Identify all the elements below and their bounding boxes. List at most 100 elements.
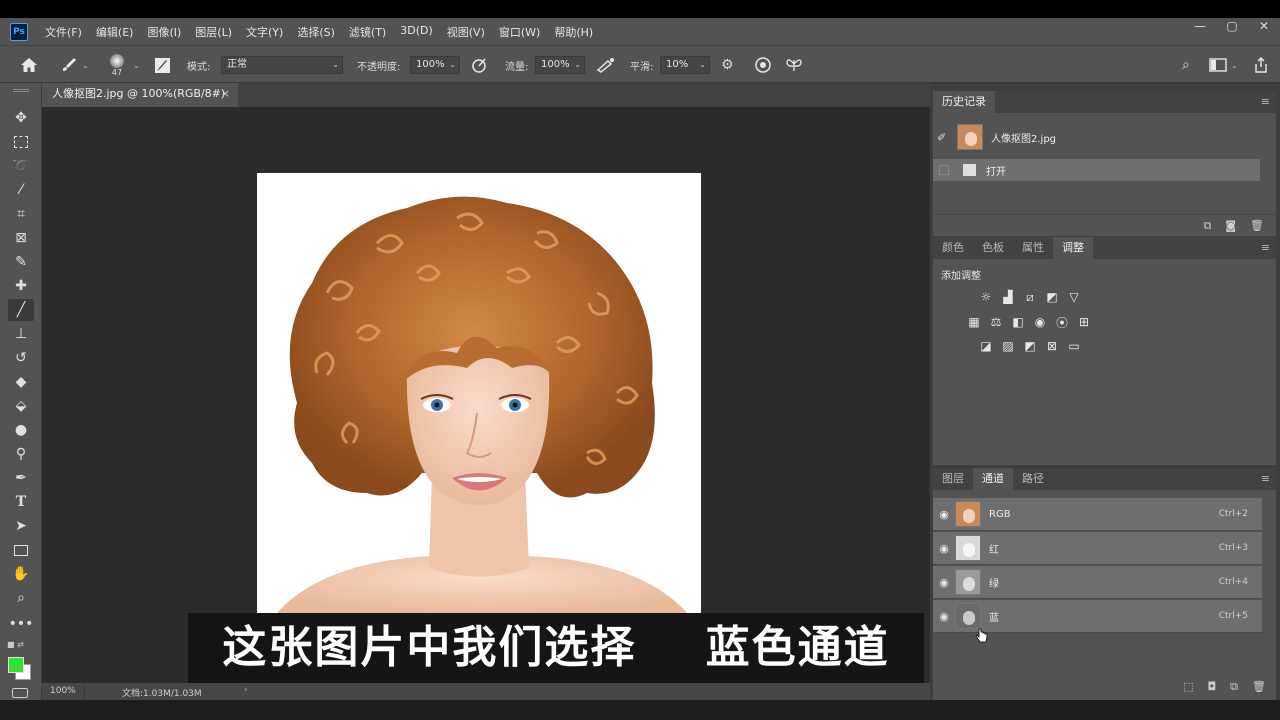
foreground-color-swatch[interactable] bbox=[8, 657, 24, 673]
eye-icon[interactable]: ◉ bbox=[933, 508, 955, 521]
color-lookup-icon[interactable]: ⊞ bbox=[1075, 314, 1093, 330]
close-window-button[interactable]: ✕ bbox=[1248, 18, 1280, 45]
tab-history[interactable]: 历史记录 bbox=[933, 91, 995, 113]
tab-properties[interactable]: 属性 bbox=[1013, 237, 1053, 259]
tool-preset-picker[interactable]: ⌄ bbox=[60, 46, 89, 84]
menu-help[interactable]: 帮助(H) bbox=[547, 24, 600, 40]
zoom-level[interactable]: 100% bbox=[50, 686, 76, 696]
default-colors-swap[interactable]: ■ ⇄ bbox=[7, 640, 35, 650]
trash-icon[interactable]: 🗑 bbox=[1252, 680, 1266, 694]
menu-window[interactable]: 窗口(W) bbox=[492, 24, 547, 40]
eye-icon[interactable]: ◉ bbox=[933, 610, 955, 623]
history-brush-checkbox[interactable] bbox=[939, 165, 949, 175]
brush-settings-toggle[interactable] bbox=[154, 46, 171, 84]
chevron-right-icon[interactable]: › bbox=[244, 685, 248, 695]
black-white-icon[interactable]: ◧ bbox=[1009, 314, 1027, 330]
curves-icon[interactable]: ⧄ bbox=[1021, 289, 1039, 305]
new-channel-icon[interactable]: ⧉ bbox=[1230, 680, 1238, 694]
minimize-button[interactable]: — bbox=[1184, 18, 1216, 45]
panel-menu-icon[interactable]: ≡ bbox=[1261, 241, 1270, 254]
color-balance-icon[interactable]: ⚖ bbox=[987, 314, 1005, 330]
channel-row-green[interactable]: ◉ 绿 Ctrl+4 bbox=[933, 566, 1262, 599]
eye-icon[interactable]: ◉ bbox=[933, 576, 955, 589]
hand-tool[interactable]: ✋ bbox=[8, 563, 34, 585]
opacity-pressure-toggle[interactable] bbox=[470, 46, 488, 84]
brightness-contrast-icon[interactable]: ☼ bbox=[977, 289, 995, 305]
brush-tool[interactable]: ╱ bbox=[8, 299, 34, 321]
menu-filter[interactable]: 滤镜(T) bbox=[342, 24, 393, 40]
chevron-down-icon[interactable]: ⌄ bbox=[1231, 46, 1238, 84]
menu-layer[interactable]: 图层(L) bbox=[188, 24, 239, 40]
toolbar-grip[interactable] bbox=[13, 89, 29, 92]
menu-file[interactable]: 文件(F) bbox=[38, 24, 89, 40]
move-tool[interactable]: ✥ bbox=[8, 107, 34, 129]
channel-row-red[interactable]: ◉ 红 Ctrl+3 bbox=[933, 532, 1262, 565]
tab-color[interactable]: 颜色 bbox=[933, 237, 973, 259]
type-tool[interactable]: T bbox=[8, 491, 34, 513]
restore-button[interactable]: ▢ bbox=[1216, 18, 1248, 45]
exposure-icon[interactable]: ◩ bbox=[1043, 289, 1061, 305]
flow-field[interactable]: 100% ⌄ bbox=[535, 56, 585, 74]
airbrush-toggle[interactable] bbox=[596, 46, 616, 84]
quick-mask-button[interactable] bbox=[12, 688, 28, 698]
workspace-button[interactable] bbox=[1209, 46, 1227, 84]
channel-row-rgb[interactable]: ◉ RGB Ctrl+2 bbox=[933, 498, 1262, 531]
magic-wand-tool[interactable]: ⁄ bbox=[8, 179, 34, 201]
healing-tool[interactable]: ✚ bbox=[8, 275, 34, 297]
gradient-map-icon[interactable]: ▭ bbox=[1065, 338, 1083, 354]
vibrance-icon[interactable]: ▽ bbox=[1065, 289, 1083, 305]
tab-swatches[interactable]: 色板 bbox=[973, 237, 1013, 259]
frame-tool[interactable]: ⊠ bbox=[8, 227, 34, 249]
dodge-tool[interactable]: ⚲ bbox=[8, 443, 34, 465]
zoom-tool[interactable]: ⌕ bbox=[8, 587, 34, 609]
selective-color-icon[interactable]: ⊠ bbox=[1043, 338, 1061, 354]
brush-size-picker[interactable]: 47 bbox=[110, 46, 124, 84]
search-button[interactable]: ⌕ bbox=[1182, 46, 1190, 84]
menu-3d[interactable]: 3D(D) bbox=[393, 24, 440, 40]
history-brush-tool[interactable]: ↺ bbox=[8, 347, 34, 369]
rectangle-tool[interactable] bbox=[8, 539, 34, 561]
brush-size-dropdown[interactable]: ⌄ bbox=[133, 46, 140, 84]
new-document-from-state-icon[interactable]: ⧉ bbox=[1203, 219, 1211, 233]
pen-tool[interactable]: ✒ bbox=[8, 467, 34, 489]
history-item-open[interactable]: 打开 bbox=[933, 159, 1260, 181]
menu-view[interactable]: 视图(V) bbox=[440, 24, 492, 40]
document-canvas[interactable] bbox=[257, 173, 701, 613]
tab-channels[interactable]: 通道 bbox=[973, 468, 1013, 490]
crop-tool[interactable]: ⌗ bbox=[8, 203, 34, 225]
channel-mixer-icon[interactable]: ⦿ bbox=[1053, 314, 1071, 330]
levels-icon[interactable]: ▟ bbox=[999, 289, 1017, 305]
eraser-tool[interactable]: ◆ bbox=[8, 371, 34, 393]
invert-icon[interactable]: ◪ bbox=[977, 338, 995, 354]
eye-icon[interactable]: ◉ bbox=[933, 542, 955, 555]
posterize-icon[interactable]: ▨ bbox=[999, 338, 1017, 354]
history-snapshot[interactable]: ✐ 人像抠图2.jpg bbox=[933, 121, 1264, 153]
stamp-tool[interactable]: ⊥ bbox=[8, 323, 34, 345]
lasso-tool[interactable]: ➰ bbox=[8, 155, 34, 177]
trash-icon[interactable]: 🗑 bbox=[1250, 219, 1264, 233]
more-tools[interactable]: ••• bbox=[8, 613, 34, 635]
close-icon[interactable]: × bbox=[221, 83, 230, 105]
tab-paths[interactable]: 路径 bbox=[1013, 468, 1053, 490]
menu-image[interactable]: 图像(I) bbox=[140, 24, 188, 40]
gradient-tool[interactable]: ⬙ bbox=[8, 395, 34, 417]
history-brush-source-icon[interactable]: ✐ bbox=[937, 131, 957, 144]
tab-layers[interactable]: 图层 bbox=[933, 468, 973, 490]
opacity-field[interactable]: 100% ⌄ bbox=[410, 56, 460, 74]
panel-menu-icon[interactable]: ≡ bbox=[1261, 472, 1270, 485]
hue-saturation-icon[interactable]: ▦ bbox=[965, 314, 983, 330]
pressure-size-toggle[interactable] bbox=[754, 46, 772, 84]
eyedropper-tool[interactable]: ✎ bbox=[8, 251, 34, 273]
menu-type[interactable]: 文字(Y) bbox=[239, 24, 290, 40]
load-channel-selection-icon[interactable]: ⬚ bbox=[1183, 680, 1193, 694]
document-tab[interactable]: 人像抠图2.jpg @ 100%(RGB/8#) × bbox=[42, 83, 238, 107]
panel-menu-icon[interactable]: ≡ bbox=[1261, 95, 1270, 108]
save-selection-channel-icon[interactable]: ◘ bbox=[1207, 680, 1216, 694]
symmetry-button[interactable] bbox=[785, 46, 803, 84]
threshold-icon[interactable]: ◩ bbox=[1021, 338, 1039, 354]
menu-select[interactable]: 选择(S) bbox=[290, 24, 342, 40]
camera-icon[interactable]: ◙ bbox=[1225, 219, 1236, 233]
smoothing-field[interactable]: 10% ⌄ bbox=[660, 56, 710, 74]
blur-tool[interactable]: ● bbox=[8, 419, 34, 441]
smoothing-options-button[interactable]: ⚙ bbox=[721, 46, 734, 84]
